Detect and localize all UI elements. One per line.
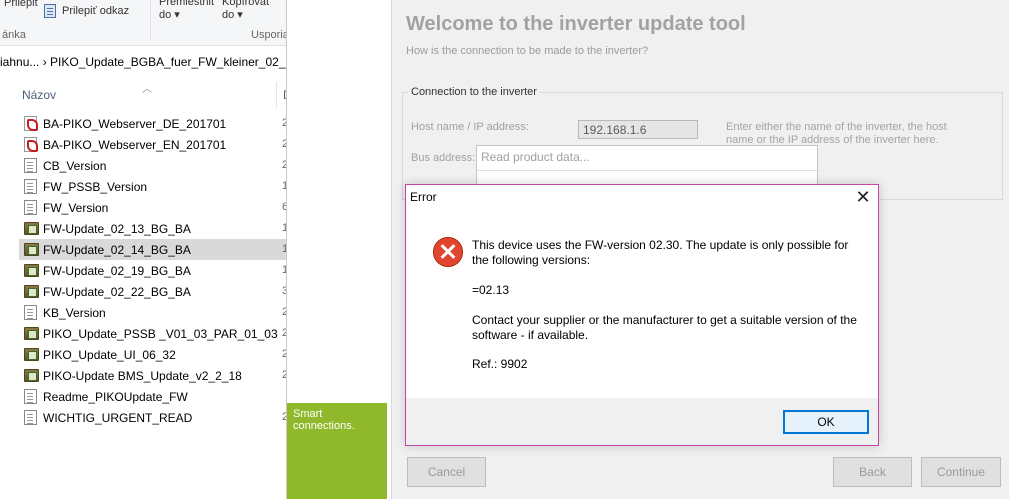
archive-icon xyxy=(24,264,39,277)
file-row[interactable]: Readme_PIKOUpdate_FW xyxy=(19,386,286,407)
file-row[interactable]: WICHTIG_URGENT_READ 2 xyxy=(19,407,286,428)
file-name: KB_Version xyxy=(43,306,106,320)
page-subtitle: How is the connection to be made to the … xyxy=(406,45,649,57)
error-reference: Ref.: 9902 xyxy=(472,357,528,371)
text-file-icon xyxy=(24,389,37,404)
bus-label: Bus address: xyxy=(411,152,476,164)
host-label: Host name / IP address: xyxy=(411,121,529,133)
file-row[interactable]: BA-PIKO_Webserver_EN_201701 2 xyxy=(19,134,286,155)
error-icon xyxy=(433,237,463,267)
file-name: BA-PIKO_Webserver_EN_201701 xyxy=(43,138,227,152)
organize-group-label: Usporia xyxy=(251,29,286,41)
ok-button[interactable]: OK xyxy=(783,410,869,434)
contact-message: Contact your supplier or the manufacture… xyxy=(472,313,857,342)
copy-to-button[interactable]: Kopírovať do ▾ xyxy=(222,0,270,22)
file-name: FW_Version xyxy=(43,201,109,215)
column-header-name[interactable]: Názov xyxy=(22,88,56,102)
file-name: FW_PSSB_Version xyxy=(43,180,148,194)
page-title: Welcome to the inverter update tool xyxy=(406,13,746,35)
file-name: FW-Update_02_22_BG_BA xyxy=(43,285,191,299)
dialog-title: Error xyxy=(410,190,437,204)
clipboard-group-label: ánka xyxy=(2,29,26,41)
column-divider[interactable] xyxy=(276,82,277,108)
cancel-button[interactable]: Cancel xyxy=(407,457,486,487)
file-row[interactable]: FW-Update_02_14_BG_BA 1 xyxy=(19,239,286,260)
error-dialog: Error ✕ This device uses the FW-version … xyxy=(405,184,879,446)
product-data-dropdown[interactable]: Read product data... xyxy=(476,145,818,185)
dropdown-status-text: Read product data... xyxy=(481,150,590,164)
paste-button[interactable]: Prilepiť xyxy=(4,0,39,9)
pdf-icon xyxy=(24,137,38,152)
archive-icon xyxy=(24,327,39,340)
text-file-icon xyxy=(24,305,37,320)
address-bar[interactable]: iahnu... › PIKO_Update_BGBA_fuer_FW_klei… xyxy=(0,50,286,74)
error-message: This device uses the FW-version 02.30. T… xyxy=(472,238,849,267)
connection-group-title: Connection to the inverter xyxy=(408,86,540,98)
text-file-icon xyxy=(24,179,37,194)
host-hint: Enter either the name of the inverter, t… xyxy=(726,121,947,146)
allowed-version: =02.13 xyxy=(472,283,510,297)
file-row[interactable]: FW-Update_02_19_BG_BA 1 xyxy=(19,260,286,281)
file-row[interactable]: FW_Version 6 xyxy=(19,197,286,218)
file-name: FW-Update_02_19_BG_BA xyxy=(43,264,191,278)
file-row[interactable]: PIKO_Update_PSSB _V01_03_PAR_01_03 2 xyxy=(19,323,286,344)
file-row[interactable]: CB_Version 2 xyxy=(19,155,286,176)
ribbon: Prilepiť Prilepiť odkaz Premiestniť do ▾… xyxy=(0,0,286,46)
archive-icon xyxy=(24,222,39,235)
file-row[interactable]: BA-PIKO_Webserver_DE_201701 2 xyxy=(19,113,286,134)
archive-icon xyxy=(24,348,39,361)
close-icon[interactable]: ✕ xyxy=(848,186,878,210)
paste-shortcut-icon xyxy=(44,4,56,18)
column-header: ︿ Názov D xyxy=(0,80,286,110)
archive-icon xyxy=(24,369,39,382)
file-name: FW-Update_02_13_BG_BA xyxy=(43,222,191,236)
file-name: BA-PIKO_Webserver_DE_201701 xyxy=(43,117,227,131)
brand-tagline: Smart connections. xyxy=(293,408,355,432)
file-explorer-window: Prilepiť Prilepiť odkaz Premiestniť do ▾… xyxy=(0,0,286,499)
file-name: Readme_PIKOUpdate_FW xyxy=(43,390,188,404)
archive-icon xyxy=(24,285,39,298)
file-name: CB_Version xyxy=(43,159,107,173)
file-row[interactable]: PIKO_Update_UI_06_32 2 xyxy=(19,344,286,365)
dialog-footer: OK xyxy=(406,398,878,445)
file-name: FW-Update_02_14_BG_BA xyxy=(43,243,191,257)
sort-ascending-icon: ︿ xyxy=(142,84,152,95)
installer-sidebar: Smart connections. xyxy=(287,0,391,499)
dropdown-divider xyxy=(477,170,817,171)
file-row[interactable]: KB_Version 2 xyxy=(19,302,286,323)
file-row[interactable]: FW_PSSB_Version 1 xyxy=(19,176,286,197)
ribbon-divider xyxy=(150,0,151,40)
file-name: PIKO_Update_PSSB _V01_03_PAR_01_03 xyxy=(43,327,278,341)
breadcrumb[interactable]: iahnu... › PIKO_Update_BGBA_fuer_FW_klei… xyxy=(0,55,286,69)
paste-link-button[interactable]: Prilepiť odkaz xyxy=(62,5,129,17)
text-file-icon xyxy=(24,410,37,425)
file-row[interactable]: FW-Update_02_22_BG_BA 3 xyxy=(19,281,286,302)
file-row[interactable]: FW-Update_02_13_BG_BA 1 xyxy=(19,218,286,239)
continue-button[interactable]: Continue xyxy=(921,457,1001,487)
move-to-button[interactable]: Premiestniť do ▾ xyxy=(159,0,215,22)
text-file-icon xyxy=(24,200,37,215)
host-input[interactable]: 192.168.1.6 xyxy=(578,120,698,139)
text-file-icon xyxy=(24,158,37,173)
file-name: PIKO_Update_UI_06_32 xyxy=(43,348,176,362)
back-button[interactable]: Back xyxy=(833,457,912,487)
file-name: WICHTIG_URGENT_READ xyxy=(43,411,193,425)
file-row[interactable]: PIKO-Update BMS_Update_v2_2_18 2 xyxy=(19,365,286,386)
pdf-icon xyxy=(24,116,38,131)
brand-banner: Smart connections. xyxy=(287,403,387,499)
archive-icon xyxy=(24,243,39,256)
file-name: PIKO-Update BMS_Update_v2_2_18 xyxy=(43,369,242,383)
